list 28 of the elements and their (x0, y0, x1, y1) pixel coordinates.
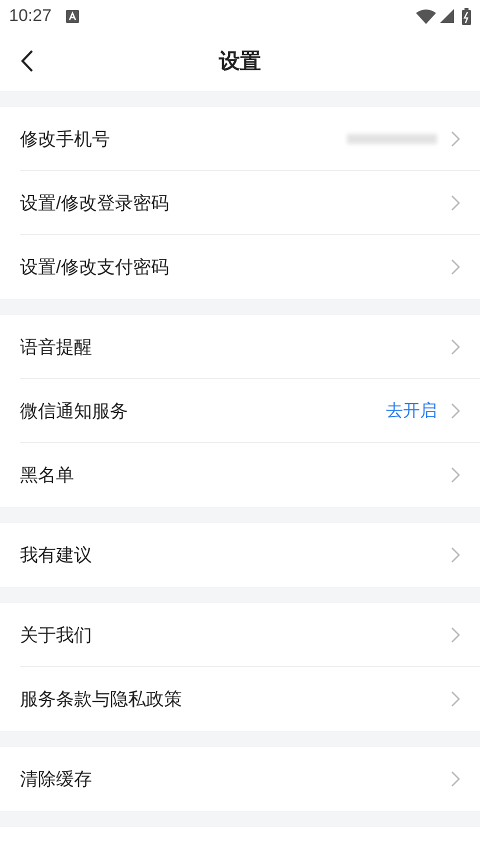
chevron-right-icon (451, 771, 460, 787)
page-title: 设置 (219, 48, 261, 75)
chevron-right-icon (451, 627, 460, 643)
chevron-right-icon (451, 131, 460, 147)
wifi-icon (416, 8, 436, 24)
row-label: 设置/修改登录密码 (20, 192, 170, 214)
chevron-right-icon (451, 403, 460, 419)
status-time: 10:27 (9, 5, 52, 28)
row-label: 服务条款与隐私政策 (20, 688, 183, 710)
chevron-right-icon (451, 259, 460, 275)
chevron-right-icon (451, 467, 460, 483)
row-label: 设置/修改支付密码 (20, 256, 170, 278)
battery-icon (462, 8, 471, 24)
row-label: 我有建议 (20, 544, 93, 566)
row-label: 关于我们 (20, 624, 93, 646)
row-label: 修改手机号 (20, 128, 111, 150)
row-label: 清除缓存 (20, 768, 93, 790)
signal-icon (440, 9, 454, 23)
chevron-right-icon (451, 691, 460, 707)
notification-icon (66, 10, 79, 22)
chevron-right-icon (451, 195, 460, 211)
row-label: 黑名单 (20, 464, 75, 486)
chevron-right-icon (451, 547, 460, 563)
enable-link[interactable]: 去开启 (386, 398, 437, 424)
back-icon (21, 50, 33, 72)
row-label: 语音提醒 (20, 336, 93, 358)
chevron-right-icon (451, 339, 460, 355)
row-label: 微信通知服务 (20, 400, 129, 422)
